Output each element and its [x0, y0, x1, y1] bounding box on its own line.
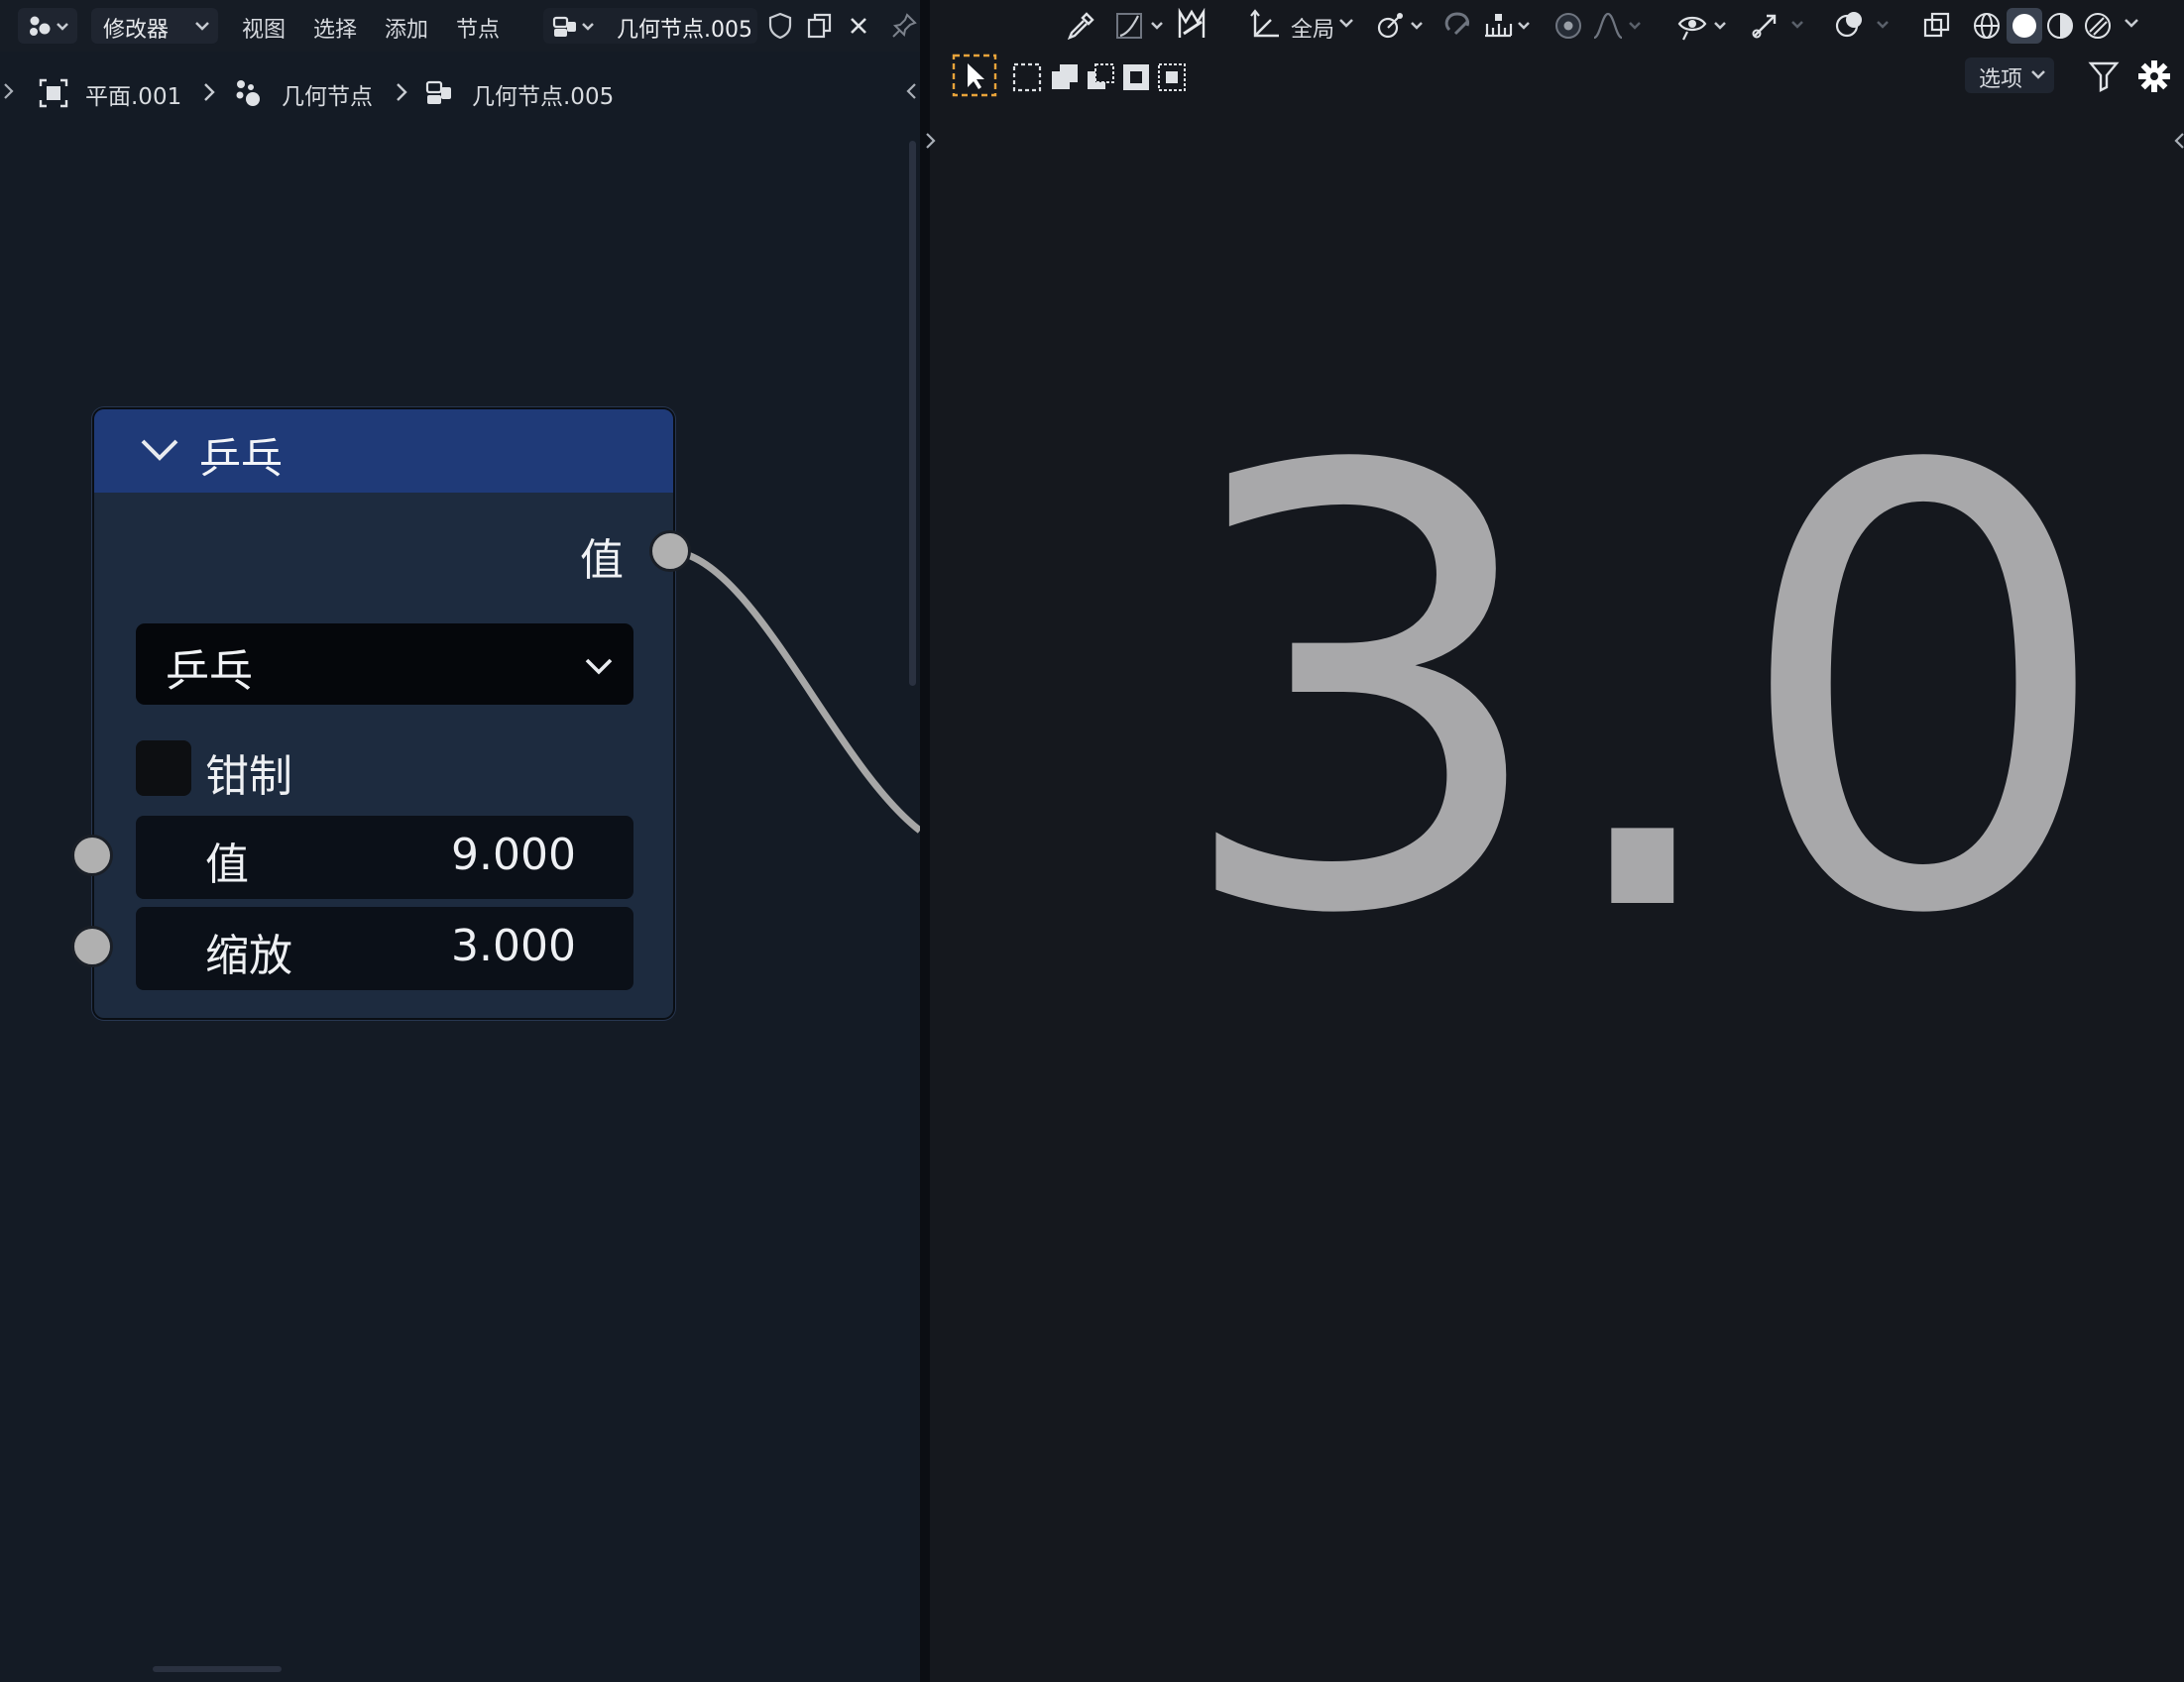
gizmo-icon[interactable]	[1749, 8, 1810, 42]
select-extend-icon[interactable]	[1049, 61, 1081, 93]
ping-pong-node[interactable]: 乒乓 值 乒乓 钳制 值 9.000 缩放 3.000	[92, 407, 675, 1020]
options-label: 选项	[1979, 67, 2023, 92]
proportional-editing-icon[interactable]	[1552, 10, 1584, 42]
chevron-down-icon	[2031, 70, 2045, 79]
snap-increment-icon[interactable]	[1481, 10, 1537, 42]
output-socket[interactable]	[649, 530, 691, 572]
chevron-down-icon	[2125, 19, 2138, 28]
transform-orientation-label[interactable]: 全局	[1291, 12, 1334, 44]
xray-toggle-icon[interactable]	[1921, 10, 1953, 42]
vertical-scrollbar[interactable]	[909, 141, 916, 686]
clamp-label: 钳制	[205, 751, 292, 802]
scale-input-socket[interactable]	[71, 926, 113, 967]
overlays-icon[interactable]	[1834, 8, 1896, 42]
solid-shading-icon[interactable]	[2007, 8, 2042, 44]
visibility-icon[interactable]	[1677, 10, 1733, 42]
select-subtract-icon[interactable]	[1085, 61, 1116, 93]
proportional-falloff-icon[interactable]	[1590, 10, 1646, 42]
operation-dropdown-label: 乒乓	[166, 646, 253, 697]
select-box-new-icon[interactable]	[1011, 61, 1043, 93]
node-header[interactable]: 乒乓	[94, 409, 673, 493]
rendered-shading-icon[interactable]	[2082, 10, 2114, 42]
snap-magnet-icon[interactable]	[1441, 8, 1475, 42]
node-editor-area[interactable]: 修改器 视图 选择 添加 节点 几何节点.005 平面.001 几何节点 几何节…	[0, 0, 920, 1682]
falloff-curve-icon[interactable]	[1114, 10, 1170, 42]
node-title: 乒乓	[199, 434, 284, 483]
value-field[interactable]: 值 9.000	[136, 816, 633, 899]
snap-mode-icon[interactable]	[1176, 8, 1207, 42]
material-preview-icon[interactable]	[2044, 10, 2076, 42]
gear-icon[interactable]	[2137, 59, 2171, 93]
output-socket-label: 值	[580, 535, 624, 586]
select-invert-icon[interactable]	[1120, 61, 1152, 93]
transform-orientation-icon[interactable]	[1249, 8, 1281, 42]
chevron-down-icon	[585, 658, 613, 675]
eyedropper-icon[interactable]	[1065, 10, 1096, 42]
sidebar-collapse-icon[interactable]	[2173, 131, 2184, 151]
horizontal-scrollbar[interactable]	[153, 1666, 282, 1672]
select-tool-icon[interactable]	[952, 54, 999, 99]
scale-field[interactable]: 缩放 3.000	[136, 907, 633, 990]
chevron-down-icon	[1339, 19, 1353, 28]
collapse-chevron-icon[interactable]	[140, 437, 179, 463]
wireframe-shading-icon[interactable]	[1971, 10, 2003, 42]
filter-icon[interactable]	[2088, 59, 2120, 93]
field-value: 9.000	[451, 830, 576, 880]
field-value: 3.000	[451, 921, 576, 971]
value-input-socket[interactable]	[71, 835, 113, 876]
toolbar-expand-icon[interactable]	[924, 131, 938, 151]
select-intersect-icon[interactable]	[1156, 61, 1188, 93]
field-name: 值	[205, 840, 249, 890]
operation-dropdown[interactable]: 乒乓	[136, 623, 633, 705]
pivot-point-icon[interactable]	[1374, 10, 1430, 42]
clamp-checkbox[interactable]	[136, 740, 191, 796]
area-divider[interactable]	[920, 0, 930, 1682]
viewer-value-display: 3.0	[1170, 342, 2116, 1046]
field-name: 缩放	[205, 931, 292, 981]
